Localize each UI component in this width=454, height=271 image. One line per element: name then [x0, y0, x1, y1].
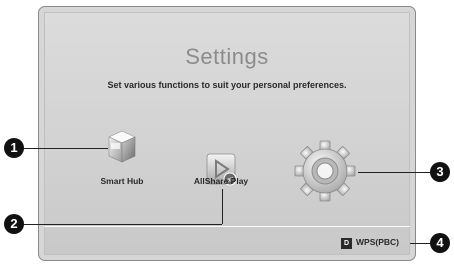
callout-2-leader — [22, 224, 222, 225]
smart-hub-label[interactable]: Smart Hub — [82, 176, 162, 186]
callout-2-leader-vertical — [222, 189, 223, 224]
callout-1-leader — [22, 148, 108, 149]
manual-illustration: Settings Set various functions to suit y… — [0, 0, 454, 271]
callout-2: 2 — [4, 214, 24, 234]
smart-hub-cube-icon[interactable] — [108, 130, 136, 164]
settings-gear-icon[interactable] — [290, 140, 360, 202]
wps-label: WPS(PBC) — [356, 237, 399, 247]
callout-3: 3 — [430, 162, 450, 182]
page-title: Settings — [185, 44, 269, 69]
callout-4: 4 — [430, 233, 450, 253]
bottom-divider — [44, 226, 410, 227]
page-subtitle: Set various functions to suit your perso… — [107, 80, 347, 90]
wps-button-badge: D — [341, 238, 352, 249]
allshare-play-label[interactable]: AllShare Play — [181, 176, 261, 186]
callout-1: 1 — [4, 138, 24, 158]
callout-3-leader — [358, 172, 434, 173]
